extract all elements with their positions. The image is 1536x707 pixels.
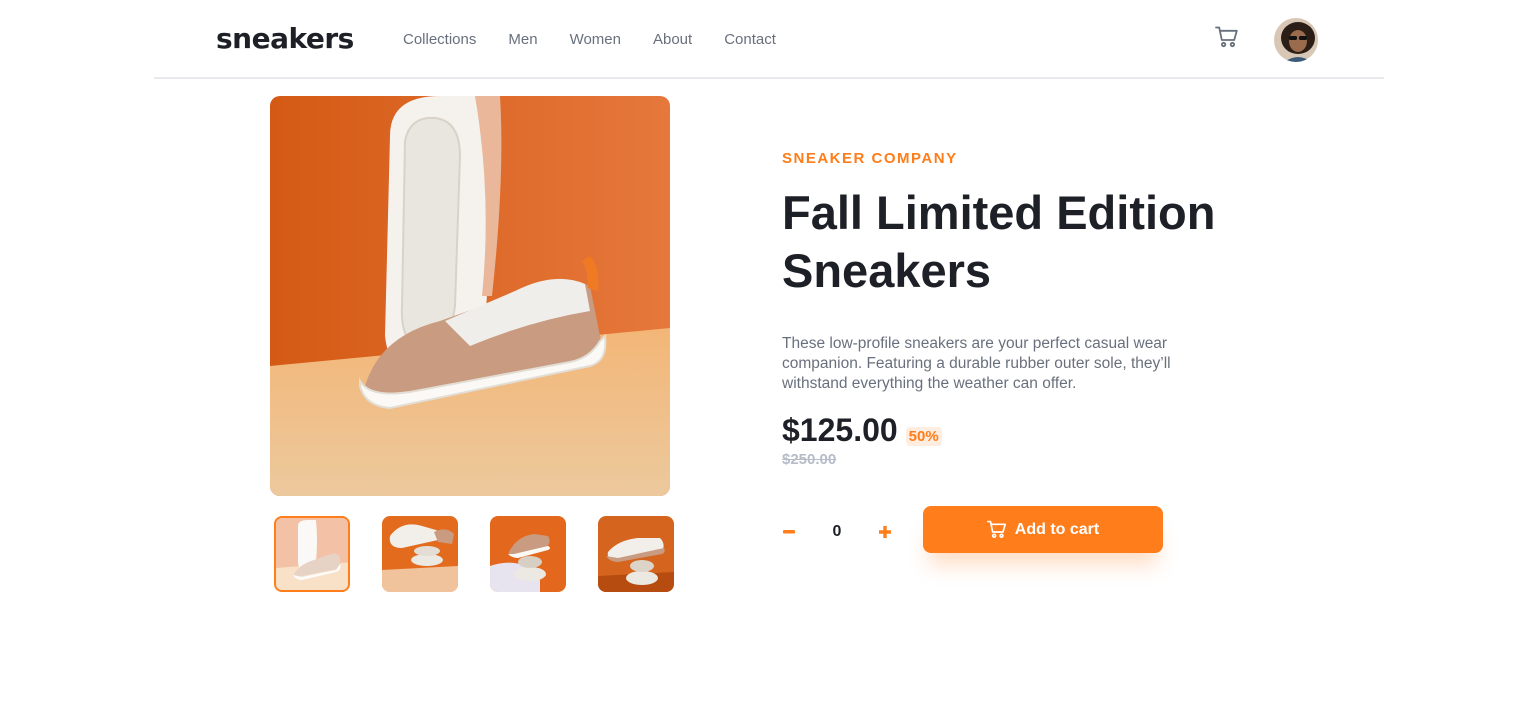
nav-men[interactable]: Men xyxy=(508,31,537,48)
thumbnail-2[interactable] xyxy=(382,516,458,592)
discount-badge: 50% xyxy=(905,427,942,446)
thumbnail-1[interactable] xyxy=(274,516,350,592)
increase-quantity-button[interactable] xyxy=(878,514,892,550)
cart-icon xyxy=(986,520,1006,538)
company-label: SNEAKER COMPANY xyxy=(782,150,958,167)
decrease-quantity-button[interactable] xyxy=(782,514,796,550)
current-price: $125.00 xyxy=(782,412,898,448)
quantity-value: 0 xyxy=(832,523,842,540)
add-to-cart-button[interactable]: Add to cart xyxy=(923,506,1163,553)
nav-contact[interactable]: Contact xyxy=(724,31,776,48)
minus-icon xyxy=(783,530,795,534)
nav-about[interactable]: About xyxy=(653,31,692,48)
product-description: These low-profile sneakers are your perf… xyxy=(782,335,1171,392)
main-nav: Collections Men Women About Contact xyxy=(403,31,776,48)
nav-collections[interactable]: Collections xyxy=(403,31,476,48)
product-title: Fall Limited Edition Sneakers xyxy=(782,184,1232,300)
product-title-line-2: Sneakers xyxy=(782,244,992,297)
thumbnail-3[interactable] xyxy=(490,516,566,592)
add-to-cart-label: Add to cart xyxy=(1014,520,1100,538)
thumbnail-4[interactable] xyxy=(598,516,674,592)
product-main-image[interactable] xyxy=(270,96,670,496)
thumbnail-strip xyxy=(274,516,674,592)
logo[interactable]: sneakers xyxy=(216,22,354,55)
plus-icon xyxy=(879,526,891,538)
original-price: $250.00 xyxy=(782,451,837,468)
nav-women[interactable]: Women xyxy=(570,31,621,48)
product-title-line-1: Fall Limited Edition xyxy=(782,186,1216,239)
price-row: $125.00 50% xyxy=(782,412,1232,449)
quantity-stepper: 0 xyxy=(782,514,892,550)
cart-icon[interactable] xyxy=(1215,26,1239,48)
site-header: sneakers Collections Men Women About Con… xyxy=(154,0,1384,79)
user-avatar[interactable] xyxy=(1272,16,1320,64)
product-info: SNEAKER COMPANY Fall Limited Edition Sne… xyxy=(782,150,1232,468)
